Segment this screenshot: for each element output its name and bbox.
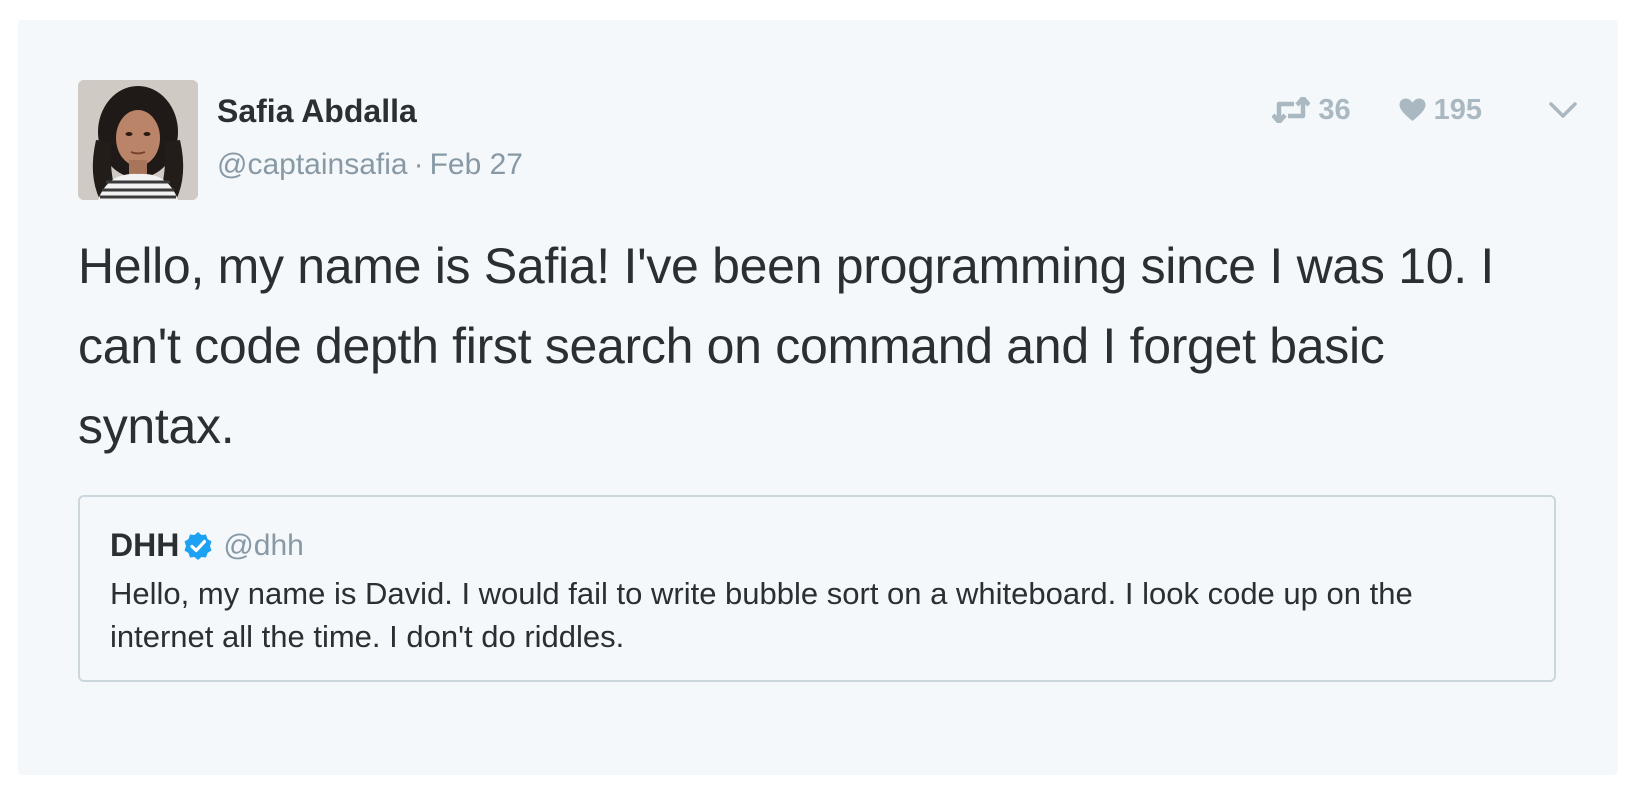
tweet-date[interactable]: Feb 27 <box>430 148 523 181</box>
quoted-tweet-header: DHH @dhh <box>110 527 304 564</box>
quoted-author-name: DHH <box>110 527 180 563</box>
like-count: 195 <box>1433 93 1482 126</box>
quoted-tweet-text: Hello, my name is David. I would fail to… <box>110 576 1413 654</box>
quoted-tweet[interactable]: DHH @dhh Hello, my name is David. I woul… <box>78 495 1556 682</box>
author-avatar[interactable] <box>78 80 198 200</box>
tweet-meta: @captainsafia · Feb 27 <box>217 148 523 182</box>
meta-separator: · <box>413 148 424 181</box>
retweet-icon <box>1272 97 1311 123</box>
author-name[interactable]: Safia Abdalla <box>217 93 417 130</box>
tweet-text: Hello, my name is Safia! I've been progr… <box>78 238 1494 454</box>
chevron-down-icon <box>1549 102 1577 118</box>
tweet-card: Safia Abdalla @captainsafia · Feb 27 36 19… <box>18 20 1618 775</box>
tweet-menu-button[interactable] <box>1548 101 1578 119</box>
profile-photo-icon <box>78 80 198 200</box>
like-button[interactable]: 195 <box>1399 94 1482 127</box>
quoted-author-handle: @dhh <box>223 528 304 562</box>
author-handle[interactable]: @captainsafia <box>217 148 408 181</box>
retweet-button[interactable]: 36 <box>1272 93 1351 127</box>
heart-icon <box>1399 98 1426 121</box>
tweet-actions: 36 195 <box>1272 90 1578 130</box>
verified-badge-icon <box>183 531 213 561</box>
retweet-count: 36 <box>1318 93 1351 126</box>
